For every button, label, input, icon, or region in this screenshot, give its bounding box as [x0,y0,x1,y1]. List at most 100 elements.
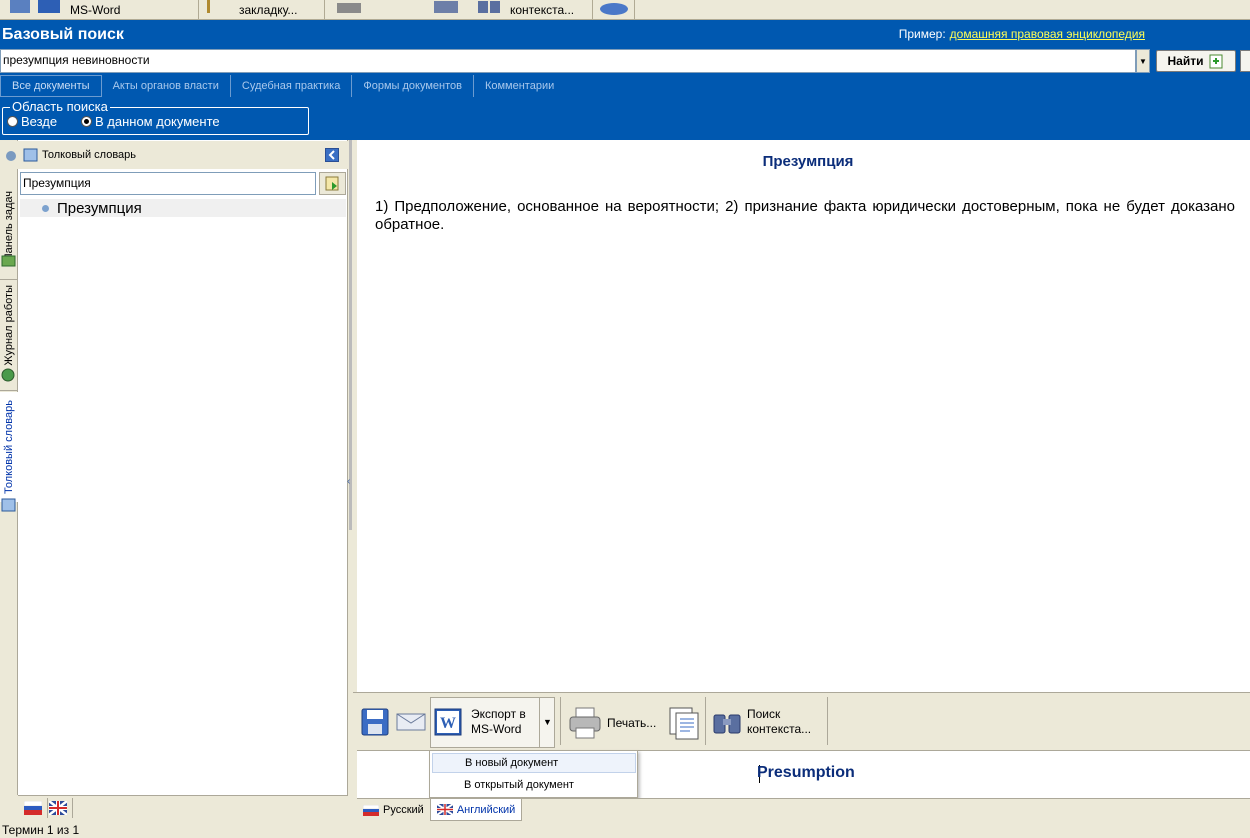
top-toolbar-label-bookmark: закладку... [239,3,298,17]
side-tab-dictionary[interactable]: Толковый словарь [0,392,18,502]
toolbar-icons [10,0,60,13]
context-search-button[interactable]: Поиск контекста... [712,707,811,737]
lang-tab-russian-label: Русский [383,804,424,816]
dictionary-icon [23,148,38,162]
radio-everywhere[interactable]: Везде [7,114,57,129]
russian-flag-icon[interactable] [24,801,42,815]
export-label-line2: MS-Word [471,722,522,736]
print-button[interactable]: Печать... [568,706,656,740]
disk-icon [600,3,628,15]
list-item[interactable]: Презумпция [20,199,346,217]
menu-item-new-document[interactable]: В новый документ [432,753,636,773]
dictionary-panel-title: Толковый словарь [42,149,137,161]
context-search-line1: Поиск [747,707,781,721]
context-search-line2: контекста... [747,722,812,736]
save-button[interactable] [361,708,389,736]
dictionary-search-button[interactable] [319,172,346,195]
russian-flag-icon [363,804,379,816]
side-tabs: Панель задач Журнал работы Толковый слов… [0,140,18,795]
dictionary-lang-buttons [18,795,348,821]
document-icon [669,707,699,740]
disk-toolbar-button[interactable] [598,0,630,18]
export-label-line1: Экспорт в [471,707,526,721]
page-title: Базовый поиск [2,26,124,43]
tab-document-forms[interactable]: Формы документов [352,75,474,97]
word-icon: W [434,708,462,736]
menu-item-open-document[interactable]: В открытый документ [432,775,636,795]
english-term-title: Presumption [757,764,855,781]
globe-icon [1,368,15,382]
top-toolbar: MS-Word закладку... контекста... [0,0,1250,20]
extra-button[interactable] [1240,50,1250,72]
english-flag-icon [436,804,453,815]
collapse-panel-icon[interactable] [325,148,339,162]
lang-tab-english[interactable]: Английский [429,799,523,821]
print-label: Печать... [607,716,657,730]
radio-everywhere-label: Везде [21,114,58,129]
radio-in-document[interactable]: В данном документе [81,114,220,129]
list-item-label: Презумпция [57,199,142,217]
chevron-down-icon: ▼ [1139,56,1147,66]
context-search-label: Поиск контекста... [747,707,811,737]
dictionary-icon [1,498,16,512]
tab-court-practice[interactable]: Судебная практика [231,75,353,97]
status-bar: Термин 1 из 1 [0,823,1250,838]
term-title: Презумпция [762,153,854,170]
export-dropdown-arrow-icon[interactable]: ▼ [543,717,552,727]
dictionary-panel-header: Толковый словарь [0,141,348,169]
side-tab-task-panel-label: Панель задач [3,190,15,262]
lang-tab-english-label: Английский [456,803,516,816]
search-go-icon [325,176,339,191]
document-type-tabs: Все документы Акты органов власти Судебн… [0,75,565,97]
example-hint: Пример: домашняя правовая энциклопедия [899,27,1145,41]
top-toolbar-label-word: MS-Word [70,3,121,17]
example-link[interactable]: домашняя правовая энциклопедия [950,27,1145,41]
lang-tab-russian[interactable]: Русский [357,799,430,821]
bullet-icon [42,204,49,212]
binoculars-icon [478,1,500,13]
print-toolbar-button[interactable] [335,0,365,18]
radio-selected-icon [81,116,92,127]
dictionary-panel [18,140,348,795]
email-icon [396,713,426,731]
search-history-dropdown[interactable]: ▼ [1136,49,1150,73]
top-toolbar-label-context: контекста... [510,3,575,17]
search-area-legend: Область поиска [10,99,110,114]
export-word-label: Экспорт в MS-Word [471,707,526,737]
document-view-button[interactable] [668,706,700,740]
binoculars-icon [713,714,741,734]
radio-in-document-label: В данном документе [95,114,220,129]
tab-all-documents[interactable]: Все документы [0,75,102,97]
export-word-main[interactable]: W Экспорт в MS-Word [434,707,526,737]
side-tab-work-log[interactable]: Журнал работы [0,280,18,370]
search-input[interactable]: презумпция невиновности [0,49,1136,73]
doc-toolbar-button[interactable] [432,0,462,18]
find-go-icon [1209,54,1223,69]
email-button[interactable] [396,712,426,732]
language-tabs: Русский Английский [357,798,1250,821]
tools-icon[interactable] [4,148,20,162]
context-search-toolbar-button[interactable]: контекста... [476,0,574,18]
bookmark-toolbar-button[interactable]: закладку... [205,0,297,18]
bookmark-icon [207,0,210,13]
save-icon [361,708,389,736]
example-label: Пример: [898,27,946,41]
printer-icon [569,707,601,739]
word-toolbar-button[interactable]: MS-Word [8,0,120,18]
document-icon [434,1,458,13]
splitter-arrow-icon[interactable]: ‹ [347,476,350,487]
english-flag-icon[interactable] [49,801,67,815]
find-label: Найти [1167,54,1204,68]
dictionary-search-input[interactable]: Презумпция [20,172,316,195]
print-icon [337,3,361,13]
side-tab-work-log-label: Журнал работы [3,284,15,366]
side-tab-dictionary-label: Толковый словарь [3,399,15,494]
tab-government-acts[interactable]: Акты органов власти [102,75,231,97]
export-menu: В новый документ В открытый документ [429,750,638,798]
term-definition: 1) Предположение, основанное на вероятно… [375,198,1235,233]
svg-text:W: W [440,715,456,732]
splitter-scroll[interactable] [349,140,352,530]
tab-comments[interactable]: Комментарии [474,75,565,97]
find-button[interactable]: Найти [1156,50,1236,72]
radio-circle-icon [7,116,18,127]
